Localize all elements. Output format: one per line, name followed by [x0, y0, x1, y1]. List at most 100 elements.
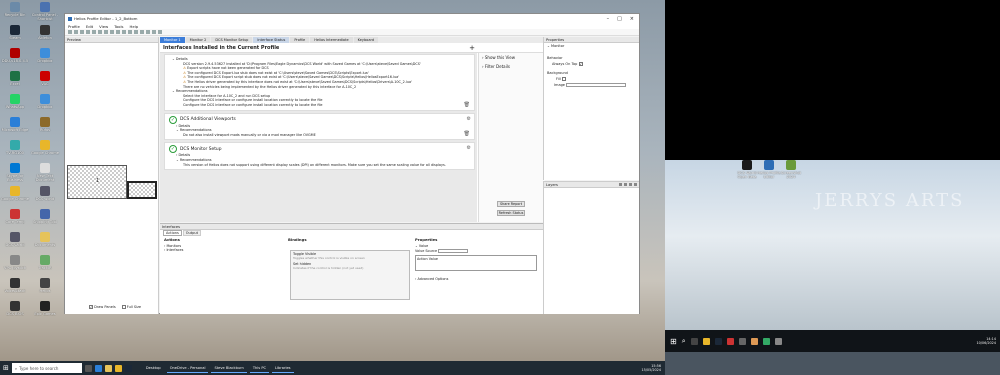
task-view-icon[interactable] [84, 364, 92, 372]
always-on-top-checkbox[interactable]: ✓ [578, 62, 583, 66]
desktop-icon[interactable]: VPC Joystick [1, 255, 29, 270]
layer-add-icon[interactable] [629, 183, 632, 186]
desktop-icon[interactable]: Control Panel - Shortcut [31, 2, 59, 21]
desktop-icon[interactable]: Google Chrome [31, 140, 59, 155]
close-icon[interactable]: × [630, 16, 634, 22]
monitor-1-thumbnail[interactable]: 1 [67, 165, 127, 199]
desktop-icon[interactable]: Documents [31, 232, 59, 247]
open-icon[interactable] [74, 30, 78, 34]
align-top-icon[interactable] [140, 30, 144, 34]
taskbar-app-onedrive[interactable]: OneDrive - Personal [166, 363, 209, 373]
desktop-icon[interactable]: Core Temp [1, 209, 29, 224]
image-input[interactable] [566, 83, 627, 87]
taskbar-desktop-label[interactable]: Desktop [143, 363, 164, 373]
taskbar-search[interactable]: ⌕ Type here to search [11, 363, 82, 373]
draw-panels-checkbox[interactable]: ✓ Draw Panels [89, 305, 116, 309]
cut-icon[interactable] [98, 30, 102, 34]
app-icon[interactable] [750, 337, 758, 345]
align-bottom-icon[interactable] [152, 30, 156, 34]
desktop-icon[interactable]: Excel [1, 71, 29, 86]
distribute-icon[interactable] [158, 30, 162, 34]
desktop-icon[interactable]: VAC [31, 71, 59, 86]
app-icon[interactable] [738, 337, 746, 345]
start-icon[interactable]: ⊞ [670, 337, 677, 346]
delete-icon[interactable] [116, 30, 120, 34]
action-value-box[interactable]: Action Value [415, 255, 537, 271]
monitor-2-thumbnail[interactable] [127, 181, 157, 199]
subtab-output[interactable]: Output [182, 230, 201, 236]
maximize-icon[interactable]: □ [617, 16, 622, 22]
delete-icon[interactable]: 🗑 [464, 131, 470, 137]
desktop-icon[interactable]: DDU-v18.0.4.5 [1, 48, 29, 63]
redo-icon[interactable] [92, 30, 96, 34]
desktop-icon[interactable]: Rufus [31, 117, 59, 132]
desktop-icon[interactable]: WhatsApp [1, 94, 29, 109]
menu-edit[interactable]: Edit [86, 24, 93, 29]
menu-help[interactable]: Help [130, 24, 139, 29]
menu-profile[interactable]: Profile [68, 24, 80, 29]
refresh-status-button[interactable]: Refresh Status [497, 210, 525, 216]
desktop-icon[interactable]: Dropbox [31, 94, 59, 109]
copy-icon[interactable] [104, 30, 108, 34]
filter-details-link[interactable]: › Filter Details [479, 62, 545, 71]
taskbar-clock-right[interactable]: 14:14 10/06/2024 [976, 337, 1000, 345]
steam-icon[interactable] [714, 337, 722, 345]
value-source-select[interactable] [438, 249, 469, 253]
undo-icon[interactable] [86, 30, 90, 34]
taskbar-clock[interactable]: 15:56 15/05/2024 [641, 364, 665, 372]
layer-down-icon[interactable] [624, 183, 627, 186]
edge-icon[interactable] [94, 364, 102, 372]
desktop-icon[interactable]: Dropbox [31, 48, 59, 63]
gear-icon[interactable]: ⚙ [467, 145, 471, 151]
menu-view[interactable]: View [99, 24, 108, 29]
save-icon[interactable] [80, 30, 84, 34]
bindings-list[interactable]: Toggle Visible Toggles whether this cont… [290, 250, 410, 300]
taskbar-app-libraries[interactable]: Libraries [272, 363, 294, 373]
steam-icon[interactable] [124, 364, 132, 372]
app-icon[interactable] [726, 337, 734, 345]
monitor-section-toggle[interactable]: ⌄ Monitor [544, 43, 639, 49]
gear-icon[interactable]: ⚙ [467, 116, 471, 122]
menu-tools[interactable]: Tools [114, 24, 123, 29]
full-size-checkbox[interactable]: Full Size [121, 305, 141, 309]
desktop-icon[interactable]: VoiceAttack [1, 278, 29, 293]
align-middle-icon[interactable] [146, 30, 150, 34]
desktop-icon[interactable]: Google Chrome [1, 186, 29, 201]
add-icon[interactable]: + [469, 44, 475, 52]
desktop-icon[interactable]: DCS-World [1, 232, 29, 247]
layer-up-icon[interactable] [619, 183, 622, 186]
desktop-icon[interactable]: Epic Games [31, 301, 59, 316]
desktop-icon[interactable]: New Text Document [31, 163, 59, 182]
taskbar-app-user[interactable]: Steve Blackburn [211, 363, 247, 373]
app-icon[interactable] [762, 337, 770, 345]
desktop-icon[interactable]: Skype for Business [1, 163, 29, 182]
align-left-icon[interactable] [122, 30, 126, 34]
desktop-icon[interactable]: Microsoft Edge [1, 117, 29, 132]
chrome-icon[interactable] [114, 364, 122, 372]
value-toggle[interactable]: ⌄ Value [415, 244, 543, 248]
task-view-icon[interactable] [690, 337, 698, 345]
show-this-view-link[interactable]: › Show this View [479, 53, 545, 62]
binding-item-set-hidden[interactable]: Set hidden Indicates if the control is h… [291, 261, 409, 271]
layer-delete-icon[interactable] [634, 183, 637, 186]
app-icon[interactable] [774, 337, 782, 345]
interface-status-list[interactable]: ⌄ Details DCS version 2.9.4.53627 instal… [160, 53, 477, 222]
new-icon[interactable] [68, 30, 72, 34]
advanced-options-toggle[interactable]: › Advanced Options [415, 277, 543, 281]
delete-icon[interactable]: 🗑 [464, 102, 470, 108]
start-icon[interactable]: ⊞ [3, 364, 9, 372]
explorer-icon[interactable] [104, 364, 112, 372]
desktop-icon[interactable]: Helios [31, 278, 59, 293]
fill-checkbox[interactable] [561, 77, 566, 81]
share-report-button[interactable]: Share Report [497, 201, 525, 207]
taskbar-app-thispc[interactable]: This PC [249, 363, 269, 373]
desktop-icon[interactable]: TrackIR [31, 255, 59, 270]
desktop-icon[interactable]: Screenshot 2024 [777, 160, 805, 179]
search-icon[interactable]: ⌕ [682, 337, 686, 346]
binding-item-toggle-visible[interactable]: Toggle Visible Toggles whether this cont… [291, 251, 409, 261]
desktop-icon[interactable]: Steam [1, 25, 29, 40]
desktop-icon[interactable]: DCS BIOS [1, 301, 29, 316]
desktop-icon[interactable]: DCS world [31, 186, 59, 201]
chrome-icon[interactable] [702, 337, 710, 345]
desktop-icon[interactable]: TV-RG100 [1, 140, 29, 155]
